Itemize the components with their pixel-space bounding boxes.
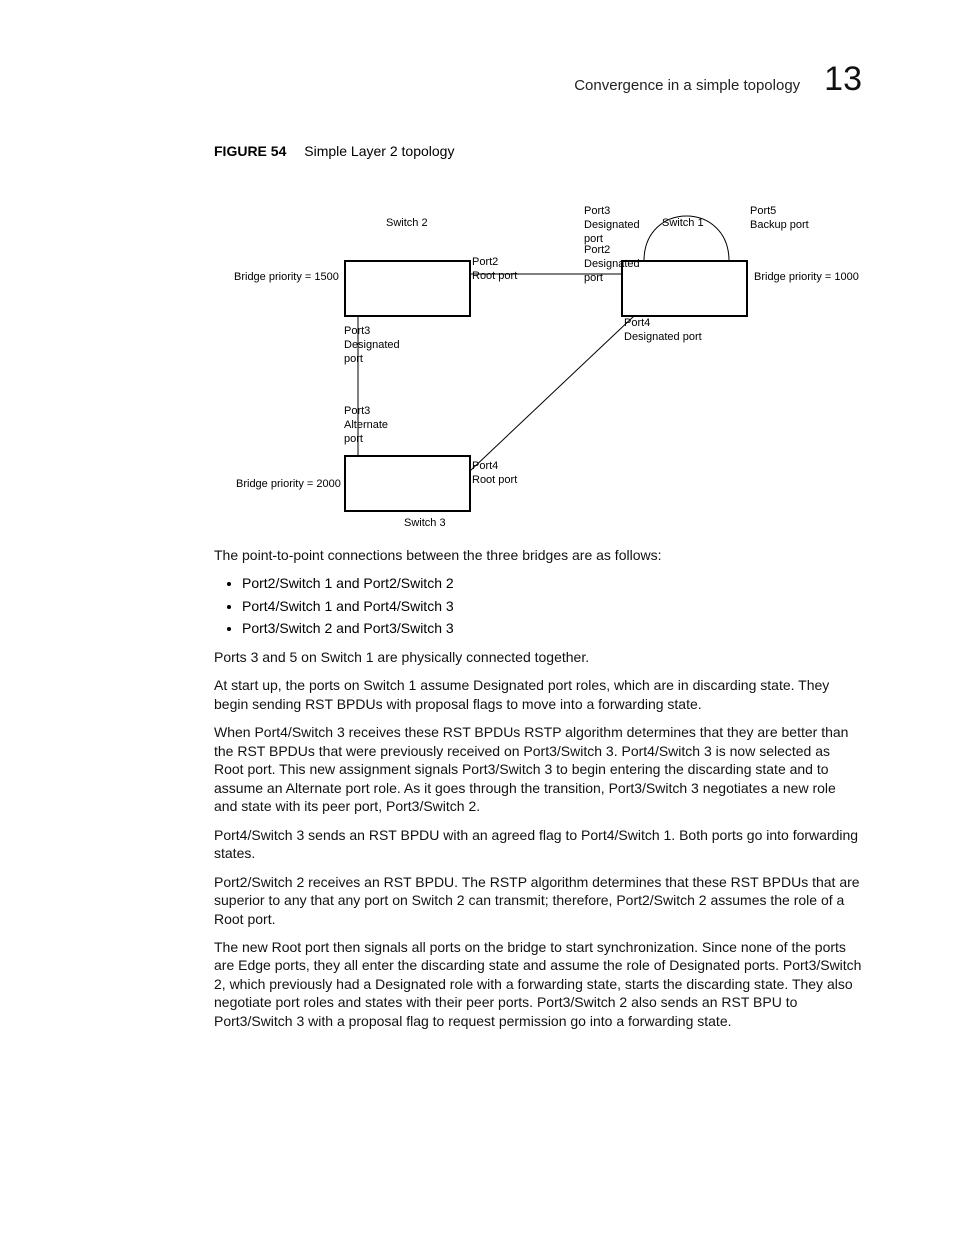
paragraph-2: At start up, the ports on Switch 1 assum…	[214, 676, 862, 713]
figure-title: Simple Layer 2 topology	[304, 143, 454, 159]
label-switch1: Switch 1	[662, 217, 704, 231]
list-item: Port4/Switch 1 and Port4/Switch 3	[242, 597, 862, 615]
label-port5-backup: Port5 Backup port	[750, 205, 809, 233]
label-port2-designated: Port2 Designated port	[584, 244, 640, 285]
figure-caption: FIGURE 54 Simple Layer 2 topology	[214, 143, 862, 159]
figure-label: FIGURE 54	[214, 143, 286, 159]
topology-diagram: Switch 2 Switch 1 Switch 3 Bridge priori…	[214, 171, 862, 536]
page: Convergence in a simple topology 13 FIGU…	[0, 0, 954, 1235]
header-chapter-number: 13	[824, 60, 862, 99]
running-head: Convergence in a simple topology 13	[214, 60, 862, 99]
label-port3-designated-top: Port3 Designated port	[584, 205, 640, 246]
label-bridge-priority-1500: Bridge priority = 1500	[234, 271, 339, 285]
paragraph-4: Port4/Switch 3 sends an RST BPDU with an…	[214, 826, 862, 863]
paragraph-3: When Port4/Switch 3 receives these RST B…	[214, 723, 862, 815]
intro-paragraph: The point-to-point connections between t…	[214, 546, 862, 564]
label-bridge-priority-1000: Bridge priority = 1000	[754, 271, 859, 285]
paragraph-5: Port2/Switch 2 receives an RST BPDU. The…	[214, 873, 862, 928]
paragraph-1: Ports 3 and 5 on Switch 1 are physically…	[214, 648, 862, 666]
label-switch2-port3-designated: Port3 Designated port	[344, 325, 400, 366]
list-item: Port3/Switch 2 and Port3/Switch 3	[242, 619, 862, 637]
list-item: Port2/Switch 1 and Port2/Switch 2	[242, 574, 862, 592]
label-switch2: Switch 2	[386, 217, 428, 231]
label-port4-root: Port4 Root port	[472, 460, 517, 488]
label-switch3: Switch 3	[404, 517, 446, 531]
header-section-title: Convergence in a simple topology	[574, 77, 800, 94]
label-port2-root: Port2 Root port	[472, 256, 517, 284]
label-port4-designated: Port4 Designated port	[624, 317, 702, 345]
paragraph-6: The new Root port then signals all ports…	[214, 938, 862, 1030]
label-port3-alternate: Port3 Alternate port	[344, 405, 388, 446]
connection-list: Port2/Switch 1 and Port2/Switch 2 Port4/…	[214, 574, 862, 637]
label-bridge-priority-2000: Bridge priority = 2000	[236, 478, 341, 492]
